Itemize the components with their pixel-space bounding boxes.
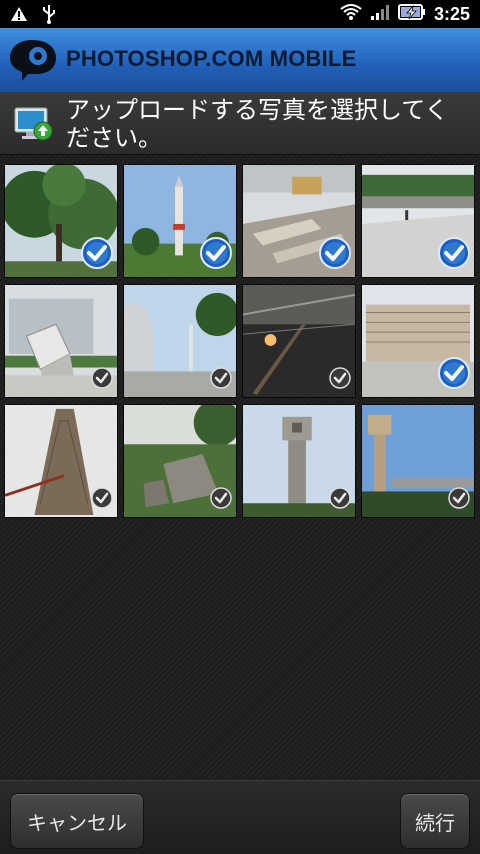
instruction-text: アップロードする写真を選択してください。 [66, 96, 449, 152]
unselected-check-icon[interactable] [210, 367, 232, 393]
battery-charging-icon [397, 2, 426, 26]
instruction-header: アップロードする写真を選択してください。 [0, 92, 480, 155]
app-header: PHOTOSHOP.COM MOBILE [0, 28, 480, 92]
usb-icon [42, 4, 56, 28]
selected-check-icon[interactable] [81, 237, 113, 273]
upload-monitor-icon [14, 106, 54, 142]
unselected-check-icon[interactable] [448, 487, 470, 513]
unselected-check-icon[interactable] [91, 367, 113, 393]
selected-check-icon[interactable] [438, 357, 470, 393]
signal-icon [370, 3, 390, 25]
photo-thumbnail[interactable] [123, 284, 237, 398]
photo-thumbnail[interactable] [242, 404, 356, 518]
photo-thumbnail[interactable] [123, 164, 237, 278]
bottom-action-bar: キャンセル 続行 [0, 780, 480, 854]
unselected-check-icon[interactable] [91, 487, 113, 513]
cancel-button[interactable]: キャンセル [10, 793, 144, 849]
selected-check-icon[interactable] [200, 237, 232, 273]
photo-thumbnail[interactable] [242, 164, 356, 278]
unselected-check-icon[interactable] [210, 487, 232, 513]
photo-thumbnail[interactable] [361, 284, 475, 398]
photo-thumbnail[interactable] [4, 164, 118, 278]
status-bar: 3:25 [0, 0, 480, 28]
photoshop-logo-icon [8, 38, 58, 82]
app-title: PHOTOSHOP.COM MOBILE [66, 46, 357, 71]
unselected-check-icon[interactable] [329, 367, 351, 393]
photo-thumbnail[interactable] [242, 284, 356, 398]
photo-thumbnail[interactable] [123, 404, 237, 518]
photo-thumbnail[interactable] [4, 404, 118, 518]
photo-thumbnail[interactable] [4, 284, 118, 398]
screen: 3:25 PHOTOSHOP.COM MOBILE アップロードする写真を選択し… [0, 0, 480, 854]
photo-thumbnail[interactable] [361, 164, 475, 278]
selected-check-icon[interactable] [438, 237, 470, 273]
warning-icon [10, 6, 28, 26]
wifi-icon [340, 3, 362, 25]
photo-grid [4, 164, 476, 518]
photo-thumbnail[interactable] [361, 404, 475, 518]
unselected-check-icon[interactable] [329, 487, 351, 513]
selected-check-icon[interactable] [319, 237, 351, 273]
continue-button[interactable]: 続行 [400, 793, 470, 849]
clock: 3:25 [433, 3, 470, 24]
